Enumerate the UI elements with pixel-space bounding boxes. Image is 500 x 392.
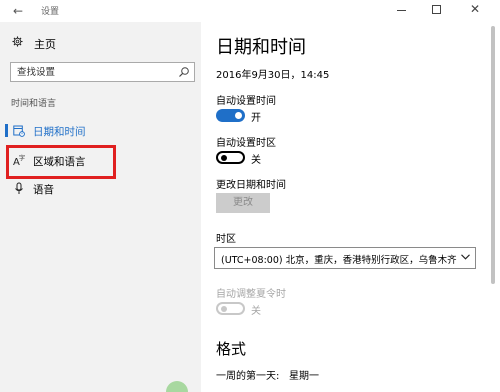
dst-state: 关 [251,306,261,317]
dst-toggle[interactable] [216,302,245,315]
home-label: 主页 [34,38,56,51]
timezone-value: (UTC+08:00) 北京，重庆，香港特别行政区，乌鲁木齐 [221,255,457,266]
scroll-thumb[interactable] [491,26,495,284]
auto-time-toggle[interactable] [216,109,245,122]
first-day-value[interactable]: 星期一 [289,367,319,382]
chevron-down-icon [461,254,470,260]
sidebar: 主页 时间和语言 日期和时间 A 字 区域和语言 [0,22,201,392]
toggle-knob [221,155,227,161]
search-input[interactable] [17,66,177,79]
calendar-clock-icon [13,125,25,137]
timezone-select[interactable]: (UTC+08:00) 北京，重庆，香港特别行政区，乌鲁木齐 [214,247,476,269]
back-arrow-icon[interactable]: ← [10,3,26,19]
format-heading: 格式 [216,340,247,358]
auto-time-label: 自动设置时间 [216,96,276,107]
sidebar-item-speech[interactable]: 语音 [0,176,201,202]
change-datetime-label: 更改日期和时间 [216,180,286,191]
gear-icon [12,36,23,47]
sidebar-item-date-time[interactable]: 日期和时间 [0,118,201,144]
search-icon[interactable] [178,66,190,78]
auto-timezone-toggle[interactable] [216,151,245,164]
auto-timezone-state: 关 [251,155,261,166]
maximize-button[interactable] [432,5,441,14]
main-panel: 日期和时间 2016年9月30日，14:45 自动设置时间 开 自动设置时区 关… [201,22,487,392]
page-title: 日期和时间 [216,37,306,58]
settings-window: ← 设置 ✕ 主页 查找设置 时间和语言 日期和时间 A 字 区域和语言 语音 … [0,0,500,392]
sidebar-item-label: 日期和时间 [33,126,86,138]
active-indicator [5,124,8,137]
auto-time-state: 开 [251,113,261,124]
microphone-icon [15,182,23,194]
change-button[interactable]: 更改 [216,193,270,213]
minimize-button[interactable] [397,10,406,11]
auto-timezone-label: 自动设置时区 [216,138,276,149]
scrollbar[interactable] [487,22,500,392]
search-box[interactable] [10,62,195,82]
title-bar: ← 设置 ✕ [0,0,500,22]
close-button[interactable]: ✕ [468,2,482,16]
timezone-label: 时区 [216,234,236,245]
window-title: 设置 [41,7,60,17]
dst-label: 自动调整夏令时 [216,289,286,300]
toggle-knob [221,306,227,312]
section-label: 时间和语言 [11,99,57,109]
current-datetime: 2016年9月30日，14:45 [216,70,330,81]
toggle-knob [235,112,242,119]
sidebar-item-label: 语音 [33,184,54,196]
first-day-label: 一周的第一天: [216,371,280,382]
highlight-annotation-box [6,145,116,179]
